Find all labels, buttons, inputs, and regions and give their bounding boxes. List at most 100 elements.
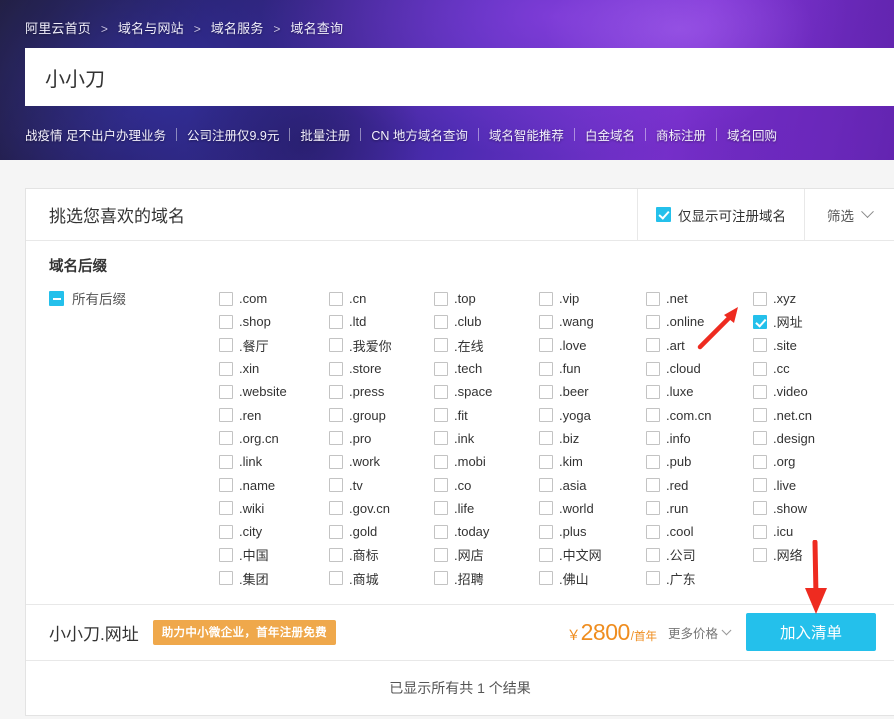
suffix-option-space[interactable]: .space [434,380,539,403]
suffix-option-com[interactable]: .com [219,287,329,310]
suffix-checkbox-store[interactable] [329,362,343,376]
suffix-option-tv[interactable]: .tv [329,473,434,496]
suffix-option-招聘[interactable]: .招聘 [434,567,539,590]
suffix-checkbox-ren[interactable] [219,408,233,422]
suffix-checkbox-网址[interactable] [753,315,767,329]
suffix-checkbox-org[interactable] [753,455,767,469]
suffix-option-red[interactable]: .red [646,473,753,496]
suffix-option-xyz[interactable]: .xyz [753,287,863,310]
suffix-option-club[interactable]: .club [434,310,539,333]
suffix-checkbox-net-cn[interactable] [753,408,767,422]
suffix-option-video[interactable]: .video [753,380,863,403]
suffix-checkbox-work[interactable] [329,455,343,469]
suffix-option-cool[interactable]: .cool [646,520,753,543]
suffix-option-website[interactable]: .website [219,380,329,403]
suffix-checkbox-商标[interactable] [329,548,343,562]
suffix-checkbox-asia[interactable] [539,478,553,492]
suffix-checkbox-site[interactable] [753,338,767,352]
suffix-checkbox-plus[interactable] [539,525,553,539]
suffix-checkbox-网络[interactable] [753,548,767,562]
suffix-checkbox-pub[interactable] [646,455,660,469]
suffix-checkbox-city[interactable] [219,525,233,539]
suffix-checkbox-gold[interactable] [329,525,343,539]
suffix-checkbox-icu[interactable] [753,525,767,539]
suffix-option-group[interactable]: .group [329,403,434,426]
suffix-checkbox-cool[interactable] [646,525,660,539]
suffix-option-link[interactable]: .link [219,450,329,473]
suffix-option-run[interactable]: .run [646,497,753,520]
suffix-checkbox-xin[interactable] [219,362,233,376]
suffix-option-餐厅[interactable]: .餐厅 [219,334,329,357]
suffix-option-biz[interactable]: .biz [539,427,646,450]
suffix-option-ren[interactable]: .ren [219,403,329,426]
suffix-checkbox-cc[interactable] [753,362,767,376]
promo-link-bulk-registration[interactable]: 批量注册 [300,125,350,144]
only-available-checkbox[interactable] [656,207,671,222]
suffix-option-网址[interactable]: .网址 [753,310,863,333]
suffix-option-kim[interactable]: .kim [539,450,646,473]
suffix-option-com-cn[interactable]: .com.cn [646,403,753,426]
suffix-checkbox-在线[interactable] [434,338,448,352]
suffix-option-show[interactable]: .show [753,497,863,520]
suffix-option-design[interactable]: .design [753,427,863,450]
all-suffixes-checkbox[interactable] [49,291,64,306]
suffix-option-world[interactable]: .world [539,497,646,520]
suffix-checkbox-group[interactable] [329,408,343,422]
suffix-checkbox-info[interactable] [646,431,660,445]
suffix-checkbox-run[interactable] [646,501,660,515]
suffix-checkbox-fun[interactable] [539,362,553,376]
suffix-checkbox-tech[interactable] [434,362,448,376]
suffix-option-我爱你[interactable]: .我爱你 [329,334,434,357]
suffix-option-name[interactable]: .name [219,473,329,496]
add-to-cart-button[interactable]: 加入清单 [746,613,876,651]
suffix-checkbox-live[interactable] [753,478,767,492]
suffix-checkbox-cloud[interactable] [646,362,660,376]
suffix-checkbox-video[interactable] [753,385,767,399]
suffix-checkbox-中文网[interactable] [539,548,553,562]
suffix-option-today[interactable]: .today [434,520,539,543]
breadcrumb-item-domain-service[interactable]: 域名服务 [211,21,264,36]
suffix-checkbox-wiki[interactable] [219,501,233,515]
suffix-option-网店[interactable]: .网店 [434,543,539,566]
suffix-checkbox-co[interactable] [434,478,448,492]
suffix-checkbox-design[interactable] [753,431,767,445]
suffix-checkbox-red[interactable] [646,478,660,492]
suffix-option-cc[interactable]: .cc [753,357,863,380]
suffix-option-co[interactable]: .co [434,473,539,496]
suffix-option-press[interactable]: .press [329,380,434,403]
breadcrumb-item-home[interactable]: 阿里云首页 [25,21,91,36]
suffix-option-icu[interactable]: .icu [753,520,863,543]
suffix-option-ltd[interactable]: .ltd [329,310,434,333]
suffix-option-佛山[interactable]: .佛山 [539,567,646,590]
suffix-checkbox-online[interactable] [646,315,660,329]
suffix-option-info[interactable]: .info [646,427,753,450]
breadcrumb-item-domains-sites[interactable]: 域名与网站 [118,21,184,36]
suffix-option-online[interactable]: .online [646,310,753,333]
suffix-option-beer[interactable]: .beer [539,380,646,403]
filter-button[interactable]: 筛选 [804,189,894,240]
suffix-option-pub[interactable]: .pub [646,450,753,473]
suffix-checkbox-商城[interactable] [329,571,343,585]
suffix-checkbox-ltd[interactable] [329,315,343,329]
suffix-checkbox-art[interactable] [646,338,660,352]
promo-link-cn-regional-search[interactable]: CN 地方域名查询 [371,125,468,144]
suffix-option-org-cn[interactable]: .org.cn [219,427,329,450]
suffix-option-wang[interactable]: .wang [539,310,646,333]
suffix-option-商城[interactable]: .商城 [329,567,434,590]
suffix-checkbox-club[interactable] [434,315,448,329]
suffix-checkbox-kim[interactable] [539,455,553,469]
suffix-option-cloud[interactable]: .cloud [646,357,753,380]
suffix-checkbox-net[interactable] [646,292,660,306]
suffix-checkbox-love[interactable] [539,338,553,352]
suffix-checkbox-link[interactable] [219,455,233,469]
suffix-checkbox-com[interactable] [219,292,233,306]
suffix-checkbox-org-cn[interactable] [219,431,233,445]
suffix-checkbox-gov-cn[interactable] [329,501,343,515]
promo-link-smart-recommend[interactable]: 域名智能推荐 [489,125,564,144]
suffix-checkbox-show[interactable] [753,501,767,515]
suffix-option-tech[interactable]: .tech [434,357,539,380]
suffix-checkbox-today[interactable] [434,525,448,539]
suffix-option-pro[interactable]: .pro [329,427,434,450]
suffix-option-live[interactable]: .live [753,473,863,496]
suffix-checkbox-biz[interactable] [539,431,553,445]
